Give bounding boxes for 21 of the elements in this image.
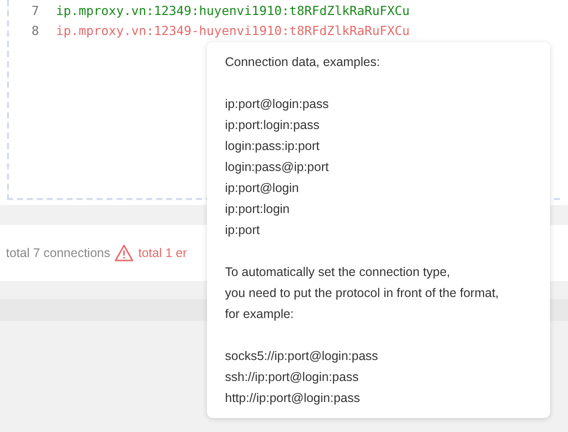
format-example: ip:port — [225, 222, 261, 239]
format-example: ip:port@login:pass — [225, 96, 330, 113]
tooltip-note: To automatically set the connection type, — [225, 264, 452, 281]
tooltip-title: Connection data, examples: — [225, 54, 381, 71]
errors-count: total 1 er — [138, 246, 187, 260]
format-example: login:pass@ip:port — [225, 159, 330, 176]
line-number: 8 — [30, 22, 39, 38]
format-example: ip:port:login — [225, 201, 291, 218]
format-example: ip:port@login — [225, 180, 300, 197]
line-number: 7 — [30, 2, 39, 18]
protocol-example: http://ip:port@login:pass — [225, 390, 361, 407]
code-line: ip.mproxy.vn:12349:huyenvi1910:t8RFdZlkRaRuFXCu — [56, 2, 410, 18]
protocol-example: ssh://ip:port@login:pass — [225, 369, 360, 386]
code-line: ip.mproxy.vn:12349-huyenvi1910:t8RFdZlkRaRuFXCu — [56, 22, 410, 38]
tooltip-note: for example: — [225, 306, 295, 323]
tooltip-note: you need to put the protocol in front of the format, — [225, 285, 500, 302]
protocol-example: socks5://ip:port@login:pass — [225, 348, 380, 365]
connections-count: total 7 connections — [6, 246, 110, 260]
warning-icon — [114, 244, 134, 262]
format-example: ip:port:login:pass — [225, 117, 321, 134]
format-example: login:pass:ip:port — [225, 138, 321, 155]
